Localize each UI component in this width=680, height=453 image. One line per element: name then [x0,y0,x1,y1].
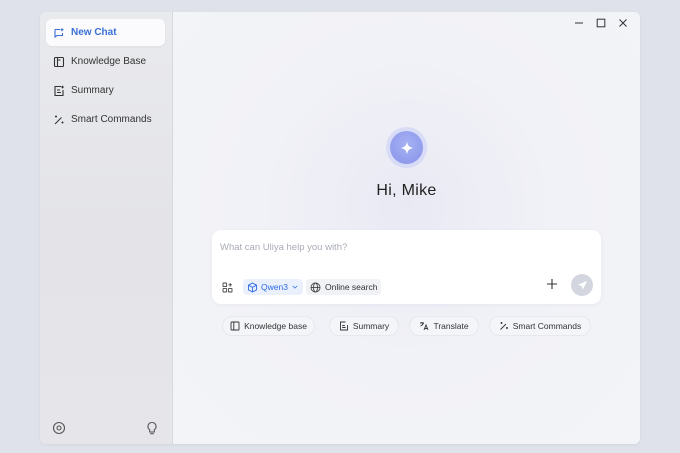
close-icon[interactable] [616,16,630,30]
sidebar: New Chat Knowledge Base Summary Smart Co… [40,12,173,444]
sidebar-item-label: Smart Commands [71,114,152,125]
quick-action-label: Translate [433,321,469,331]
sidebar-item-smart-commands[interactable]: Smart Commands [46,106,165,133]
sidebar-item-label: Summary [71,85,114,96]
book-icon [230,321,240,331]
assistant-logo [390,131,423,164]
model-selector[interactable]: Qwen3 [243,279,303,295]
sidebar-item-knowledge-base[interactable]: Knowledge Base [46,48,165,75]
greeting-title: Hi, Mike [376,182,437,199]
quick-action-translate[interactable]: Translate [409,316,479,336]
chat-composer: Qwen3 Online search [212,230,601,304]
plus-icon [547,279,557,289]
send-button[interactable] [571,274,593,296]
globe-icon [310,282,321,292]
quick-action-label: Knowledge base [244,321,307,331]
translate-icon [420,322,429,331]
quick-action-knowledge-base[interactable]: Knowledge base [222,316,315,336]
quick-action-summary[interactable]: Summary [329,316,399,336]
magic-wand-icon [53,114,65,126]
new-chat-icon [53,27,65,39]
sidebar-item-label: New Chat [71,27,117,38]
send-icon [577,280,587,290]
sidebar-item-label: Knowledge Base [71,56,147,67]
chevron-down-icon [292,285,298,289]
online-search-toggle[interactable]: Online search [306,279,382,295]
online-search-label: Online search [325,282,378,292]
sidebar-item-new-chat[interactable]: New Chat [46,19,165,46]
magic-wand-icon [499,322,508,330]
sidebar-item-summary[interactable]: Summary [46,77,165,104]
app-window: New Chat Knowledge Base Summary Smart Co… [40,12,640,444]
summary-icon [53,85,65,97]
maximize-icon[interactable] [594,16,608,30]
quick-action-label: Smart Commands [512,321,582,331]
apps-icon[interactable] [222,279,233,295]
add-attachment-button[interactable] [544,276,560,292]
cube-icon [248,281,257,293]
main-panel: Hi, Mike Qwen3 Online search [173,12,640,444]
chat-input[interactable] [220,238,560,256]
quick-action-label: Summary [352,321,390,331]
quick-action-smart-commands[interactable]: Smart Commands [489,316,591,336]
model-name: Qwen3 [261,282,288,292]
summary-icon [339,321,348,331]
book-icon [53,56,65,68]
settings-icon[interactable] [52,421,66,435]
sparkle-icon [400,141,413,154]
lightbulb-icon[interactable] [145,421,159,435]
minimize-icon[interactable] [572,16,586,30]
